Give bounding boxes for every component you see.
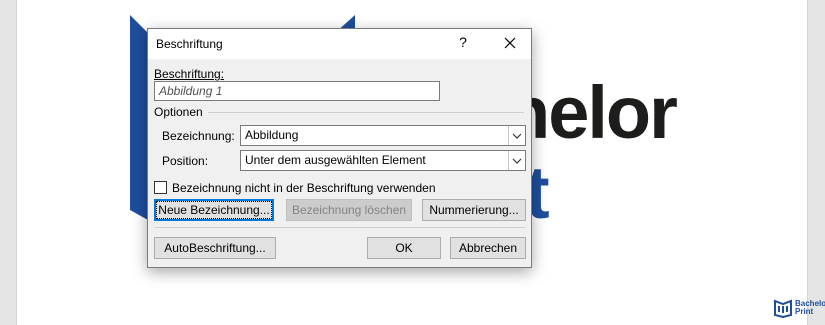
options-divider — [208, 112, 524, 113]
caption-label: Beschriftung: — [154, 67, 225, 81]
close-icon — [504, 37, 516, 49]
label-select-value: Abbildung — [245, 128, 299, 142]
chevron-down-icon[interactable] — [508, 126, 525, 145]
numbering-button[interactable]: Nummerierung... — [422, 199, 526, 221]
new-label-button[interactable]: Neue Bezeichnung... — [154, 199, 274, 221]
label-select[interactable]: Abbildung — [240, 125, 526, 146]
dialog-title: Beschriftung — [156, 37, 223, 51]
position-select[interactable]: Unter dem ausgewählten Element — [240, 150, 526, 171]
caption-input[interactable]: Abbildung 1 — [154, 81, 440, 101]
label-field-label: Bezeichnung: — [162, 129, 235, 143]
delete-label-button[interactable]: Bezeichnung löschen — [286, 199, 412, 221]
new-label-button-text: Neue Bezeichnung... — [156, 201, 272, 219]
cancel-button[interactable]: Abbrechen — [450, 237, 526, 259]
exclude-label-checkbox[interactable] — [154, 181, 167, 194]
ok-button[interactable]: OK — [367, 237, 441, 259]
position-select-value: Unter dem ausgewählten Element — [245, 153, 426, 167]
help-button[interactable]: ? — [454, 34, 472, 54]
watermark-icon — [774, 299, 792, 318]
exclude-label-text: Bezeichnung nicht in der Beschriftung ve… — [172, 181, 436, 195]
watermark-line-2: Print — [795, 307, 814, 316]
close-button[interactable] — [500, 33, 520, 53]
dialog-titlebar[interactable]: Beschriftung ? — [148, 29, 531, 59]
position-field-label: Position: — [162, 154, 209, 168]
caption-dialog: Beschriftung ? Beschriftung: Abbildung 1… — [147, 28, 532, 268]
autocaption-button[interactable]: AutoBeschriftung... — [154, 237, 276, 259]
options-group-label: Optionen — [154, 105, 203, 119]
chevron-down-icon[interactable] — [508, 151, 525, 170]
footer-divider — [154, 227, 526, 228]
watermark: Bachelor Print — [773, 298, 825, 318]
